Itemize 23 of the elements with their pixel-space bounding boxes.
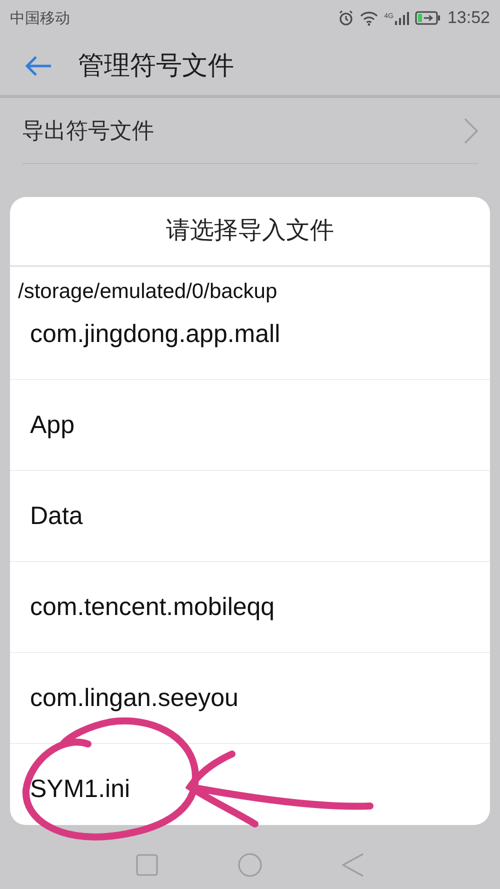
chevron-icon — [464, 118, 478, 144]
file-item[interactable]: com.tencent.mobileqq — [10, 562, 490, 653]
menu-item[interactable]: 导出符号文件 — [22, 98, 478, 164]
circle-icon — [238, 852, 262, 876]
page-title: 管理符号文件 — [78, 49, 234, 82]
square-icon — [136, 854, 158, 876]
file-item[interactable]: SYM1.ini — [10, 744, 490, 825]
file-item[interactable]: com.jingdong.app.mall — [10, 306, 490, 380]
alarm-icon — [338, 10, 354, 26]
file-item[interactable]: com.lingan.seeyou — [10, 653, 490, 744]
file-item[interactable]: App — [10, 380, 490, 471]
wifi-icon — [360, 10, 378, 26]
recents-button[interactable] — [136, 854, 158, 876]
clock-time: 13:52 — [447, 7, 490, 30]
back-arrow-icon — [24, 54, 52, 76]
home-button[interactable] — [238, 852, 262, 876]
dialog-title: 请选择导入文件 — [166, 216, 334, 246]
carrier-name: 中国移动 — [10, 8, 70, 29]
signal-icon — [395, 11, 410, 25]
file-item[interactable]: Data — [10, 471, 490, 562]
back-nav-button[interactable] — [342, 852, 364, 876]
battery-charging-icon — [415, 11, 442, 25]
folder-path: /storage/emulated/0/backup — [18, 280, 278, 303]
